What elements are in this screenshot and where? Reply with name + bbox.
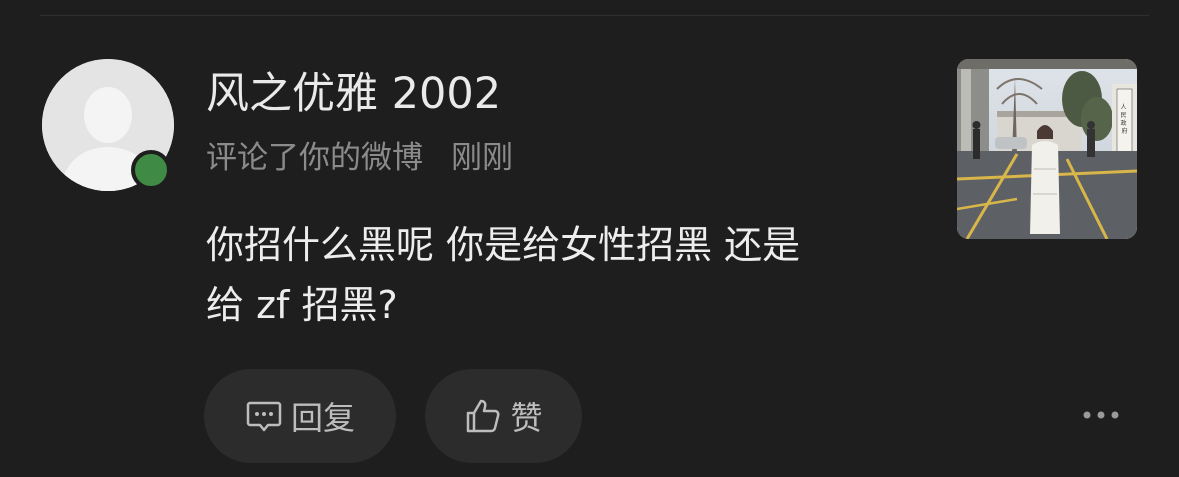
- reply-label: 回复: [290, 399, 355, 437]
- thumbs-up-icon: [464, 397, 502, 435]
- more-button[interactable]: [1076, 395, 1126, 435]
- online-status-dot: [131, 150, 171, 190]
- comment-text: 你招什么黑呢 你是给女性招黑 还是 给 zf 招黑?: [206, 215, 926, 335]
- username[interactable]: 风之优雅 2002: [206, 68, 501, 120]
- seal-text: 人 民 政 府: [1121, 104, 1129, 135]
- more-dots-icon: [1083, 411, 1119, 419]
- comment-meta: 评论了你的微博 刚刚: [206, 137, 513, 179]
- thumbnail-image: 人 民 政 府: [957, 59, 1137, 239]
- reply-button[interactable]: 回复: [204, 369, 396, 463]
- action-text: 评论了你的微博: [206, 140, 423, 176]
- top-divider: [40, 15, 1149, 16]
- comment-line-1: 你招什么黑呢 你是给女性招黑 还是: [206, 223, 801, 267]
- weibo-thumbnail[interactable]: 人 民 政 府: [957, 59, 1137, 239]
- timestamp: 刚刚: [451, 140, 513, 176]
- like-label: 赞: [510, 399, 543, 437]
- comment-bubble-icon: [245, 397, 283, 435]
- like-button[interactable]: 赞: [425, 369, 582, 463]
- comment-line-2: 给 zf 招黑?: [206, 283, 398, 327]
